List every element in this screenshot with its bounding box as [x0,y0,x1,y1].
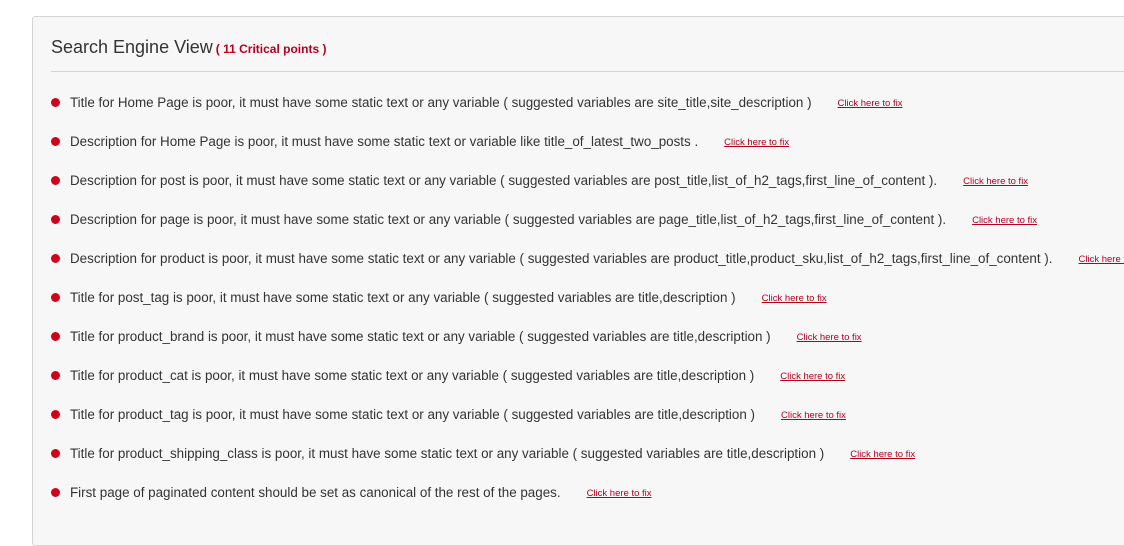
issue-text: Description for Home Page is poor, it mu… [70,134,698,149]
fix-link[interactable]: Click here to fix [850,449,915,460]
panel-header: Search Engine View ( 11 Critical points … [51,37,326,61]
issue-item: Title for product_cat is poor, it must h… [51,356,1124,395]
fix-link[interactable]: Click here to fix [972,215,1037,226]
red-dot-icon [51,254,60,263]
issue-item: Description for product is poor, it must… [51,239,1124,278]
issue-text: Description for page is poor, it must ha… [70,212,946,227]
fix-link[interactable]: Click here to fix [1079,254,1124,265]
issue-text: Title for post_tag is poor, it must have… [70,290,736,305]
search-engine-view-panel: Search Engine View ( 11 Critical points … [32,16,1124,546]
issue-list: Title for Home Page is poor, it must hav… [51,83,1124,512]
red-dot-icon [51,449,60,458]
red-dot-icon [51,488,60,497]
fix-link[interactable]: Click here to fix [762,293,827,304]
critical-points-count: ( 11 Critical points ) [216,42,327,56]
red-dot-icon [51,98,60,107]
fix-link[interactable]: Click here to fix [963,176,1028,187]
red-dot-icon [51,293,60,302]
issue-text: Title for product_brand is poor, it must… [70,329,771,344]
header-divider [51,71,1124,72]
red-dot-icon [51,371,60,380]
issue-text: Title for Home Page is poor, it must hav… [70,95,812,110]
issue-item: Title for post_tag is poor, it must have… [51,278,1124,317]
issue-text: Title for product_tag is poor, it must h… [70,407,755,422]
issue-item: Title for product_shipping_class is poor… [51,434,1124,473]
issue-text: Title for product_cat is poor, it must h… [70,368,754,383]
fix-link[interactable]: Click here to fix [587,488,652,499]
issue-text: Description for post is poor, it must ha… [70,173,937,188]
fix-link[interactable]: Click here to fix [724,137,789,148]
issue-item: Description for post is poor, it must ha… [51,161,1124,200]
red-dot-icon [51,137,60,146]
issue-item: Title for product_tag is poor, it must h… [51,395,1124,434]
issue-text: Description for product is poor, it must… [70,251,1053,266]
issue-item: Title for product_brand is poor, it must… [51,317,1124,356]
issue-item: First page of paginated content should b… [51,473,1124,512]
issue-text: First page of paginated content should b… [70,485,561,500]
panel-title: Search Engine View [51,37,213,58]
fix-link[interactable]: Click here to fix [838,98,903,109]
fix-link[interactable]: Click here to fix [797,332,862,343]
fix-link[interactable]: Click here to fix [781,410,846,421]
issue-item: Description for Home Page is poor, it mu… [51,122,1124,161]
issue-item: Title for Home Page is poor, it must hav… [51,83,1124,122]
red-dot-icon [51,215,60,224]
fix-link[interactable]: Click here to fix [780,371,845,382]
red-dot-icon [51,176,60,185]
red-dot-icon [51,332,60,341]
issue-text: Title for product_shipping_class is poor… [70,446,824,461]
issue-item: Description for page is poor, it must ha… [51,200,1124,239]
red-dot-icon [51,410,60,419]
